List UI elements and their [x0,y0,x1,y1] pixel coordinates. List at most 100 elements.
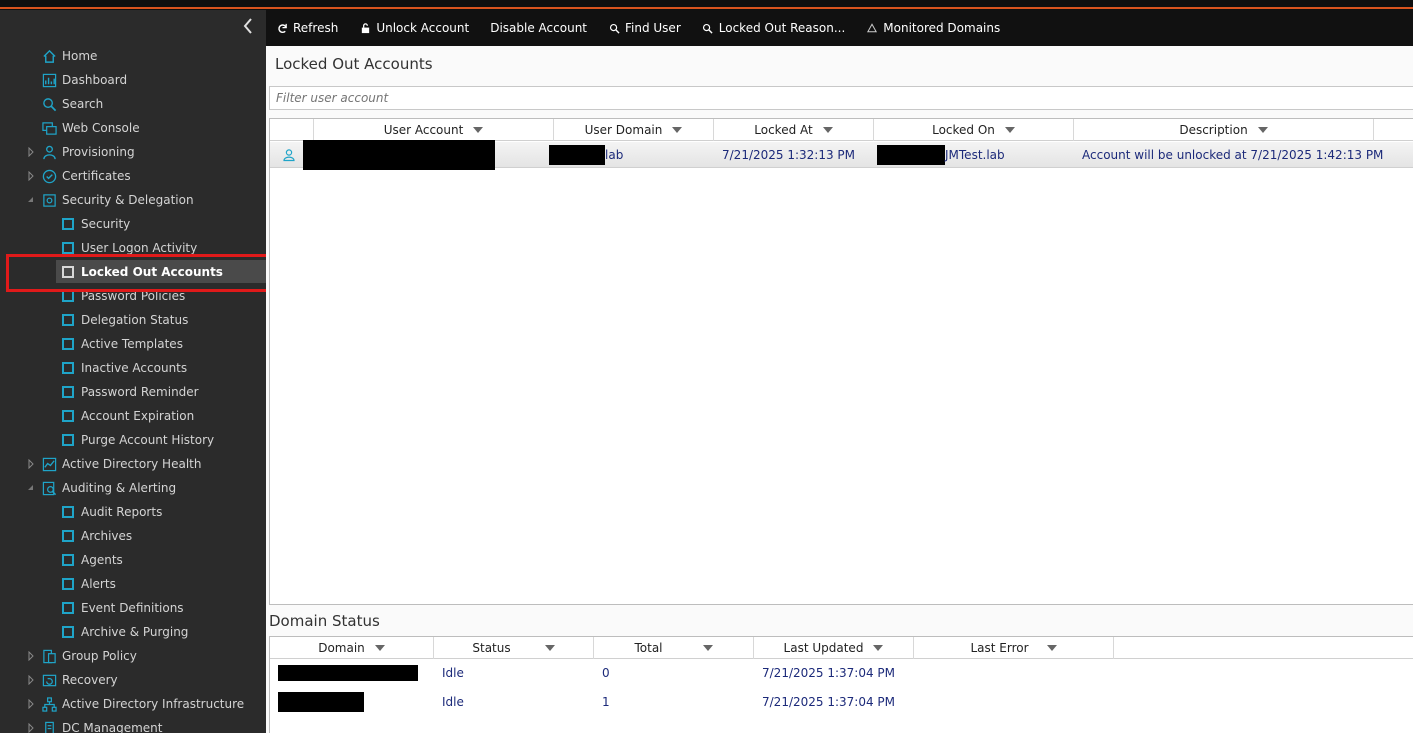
unlock-account-label: Unlock Account [376,21,470,35]
sidebar-item-label: Web Console [62,121,140,135]
sort-arrow-icon [702,645,713,651]
warning-icon [866,22,878,34]
collapse-sidebar-button[interactable] [240,16,256,36]
sidebar-item-search[interactable]: Search [40,94,103,114]
sidebar-item-home[interactable]: Home [40,46,97,66]
collapse-arrow-icon[interactable] [26,195,36,205]
header-description[interactable]: Description [1074,119,1374,141]
sidebar-item-password-reminder[interactable]: Password Reminder [60,382,199,402]
refresh-icon [276,22,288,34]
header-user-account[interactable]: User Account [314,119,554,141]
find-user-label: Find User [625,21,681,35]
sidebar: Home Dashboard Search Web Console Provis… [0,10,266,733]
table-row[interactable]: Idle 0 7/21/2025 1:37:04 PM [270,659,1413,687]
header-last-error[interactable]: Last Error [914,637,1114,659]
header-label: User Domain [584,123,663,137]
sidebar-item-delegation-status[interactable]: Delegation Status [60,310,188,330]
sidebar-item-password-policies[interactable]: Password Policies [60,286,185,306]
sidebar-item-dashboard[interactable]: Dashboard [40,70,127,90]
toolbar: Refresh Unlock Account Disable Account F… [266,10,1413,46]
grid-header: User Account User Domain Locked At Locke… [270,119,1413,141]
sort-arrow-icon [544,645,555,651]
expand-arrow-icon[interactable] [26,171,36,181]
sidebar-item-audit-reports[interactable]: Audit Reports [60,502,162,522]
locked-out-reason-label: Locked Out Reason... [718,21,846,35]
table-row[interactable]: lab 7/21/2025 1:32:13 PM JMTest.lab Acco… [270,140,1413,170]
collapse-arrow-icon[interactable] [26,483,36,493]
page-icon [62,218,74,230]
header-user-domain[interactable]: User Domain [554,119,714,141]
sidebar-item-dc-management[interactable]: DC Management [28,718,163,733]
sidebar-item-purge-account-history[interactable]: Purge Account History [60,430,214,450]
sidebar-item-group-policy[interactable]: Group Policy [28,646,137,666]
find-user-button[interactable]: Find User [608,21,681,35]
page-icon [62,578,74,590]
header-icon-column [270,119,314,141]
chevron-left-icon [243,18,252,34]
sidebar-item-label: DC Management [62,721,163,733]
header-total[interactable]: Total [594,637,754,659]
expand-arrow-icon[interactable] [26,675,36,685]
header-status[interactable]: Status [434,637,594,659]
main-panel: Locked Out Accounts User Account User Do… [266,46,1413,733]
filter-user-account-input[interactable] [269,86,1413,110]
certificates-icon [40,167,58,185]
header-label: Domain [318,641,365,655]
sidebar-item-account-expiration[interactable]: Account Expiration [60,406,194,426]
domain-cell [278,659,418,687]
sort-arrow-icon [672,127,683,133]
redacted-block [877,145,945,165]
sidebar-item-provisioning[interactable]: Provisioning [28,142,135,162]
sort-arrow-icon [1004,127,1015,133]
sidebar-item-security-delegation[interactable]: Security & Delegation [28,190,194,210]
refresh-button[interactable]: Refresh [276,21,338,35]
header-locked-on[interactable]: Locked On [874,119,1074,141]
expand-arrow-icon[interactable] [26,459,36,469]
sidebar-item-security[interactable]: Security [60,214,130,234]
header-domain[interactable]: Domain [270,637,434,659]
sidebar-item-locked-out-accounts[interactable]: Locked Out Accounts [56,260,266,283]
disable-account-button[interactable]: Disable Account [490,21,587,35]
header-label: Last Updated [783,641,864,655]
last-updated-cell: 7/21/2025 1:37:04 PM [762,695,896,709]
sidebar-item-inactive-accounts[interactable]: Inactive Accounts [60,358,187,378]
sidebar-item-alerts[interactable]: Alerts [60,574,116,594]
expand-arrow-icon[interactable] [26,651,36,661]
status-cell: Idle [442,695,464,709]
header-label: Total [634,641,663,655]
expand-arrow-icon[interactable] [26,147,36,157]
table-row[interactable]: Idle 1 7/21/2025 1:37:04 PM [270,687,1413,715]
page-icon [62,338,74,350]
header-locked-at[interactable]: Locked At [714,119,874,141]
sidebar-item-ad-infrastructure[interactable]: Active Directory Infrastructure [28,694,244,714]
locked-out-reason-button[interactable]: Locked Out Reason... [702,21,846,35]
sidebar-item-active-templates[interactable]: Active Templates [60,334,183,354]
sidebar-item-user-logon-activity[interactable]: User Logon Activity [60,238,197,258]
group-policy-icon [40,647,58,665]
monitored-domains-button[interactable]: Monitored Domains [866,21,1000,35]
sidebar-item-label: Active Templates [81,337,183,351]
sidebar-item-event-definitions[interactable]: Event Definitions [60,598,184,618]
home-icon [40,47,58,65]
sidebar-item-recovery[interactable]: Recovery [28,670,118,690]
expand-arrow-icon[interactable] [26,699,36,709]
sidebar-item-label: Agents [81,553,123,567]
unlock-account-button[interactable]: Unlock Account [359,21,469,35]
sidebar-item-archives[interactable]: Archives [60,526,132,546]
sidebar-item-label: Home [62,49,98,63]
redacted-block [303,140,495,170]
page-icon [62,265,74,278]
domain-status-grid: Domain Status Total Last Updated Last Er… [269,636,1413,733]
sidebar-item-certificates[interactable]: Certificates [28,166,131,186]
locked-on-cell: JMTest.lab [877,142,1005,168]
expand-arrow-icon[interactable] [26,723,36,733]
sidebar-item-auditing-alerting[interactable]: Auditing & Alerting [28,478,176,498]
sidebar-item-web-console[interactable]: Web Console [40,118,140,138]
header-last-updated[interactable]: Last Updated [754,637,914,659]
sidebar-item-ad-health[interactable]: Active Directory Health [28,454,201,474]
page-icon [62,314,74,326]
sidebar-item-agents[interactable]: Agents [60,550,123,570]
sidebar-item-archive-purging[interactable]: Archive & Purging [60,622,188,642]
accent-line [0,7,1413,9]
section-title: Domain Status [269,612,380,630]
